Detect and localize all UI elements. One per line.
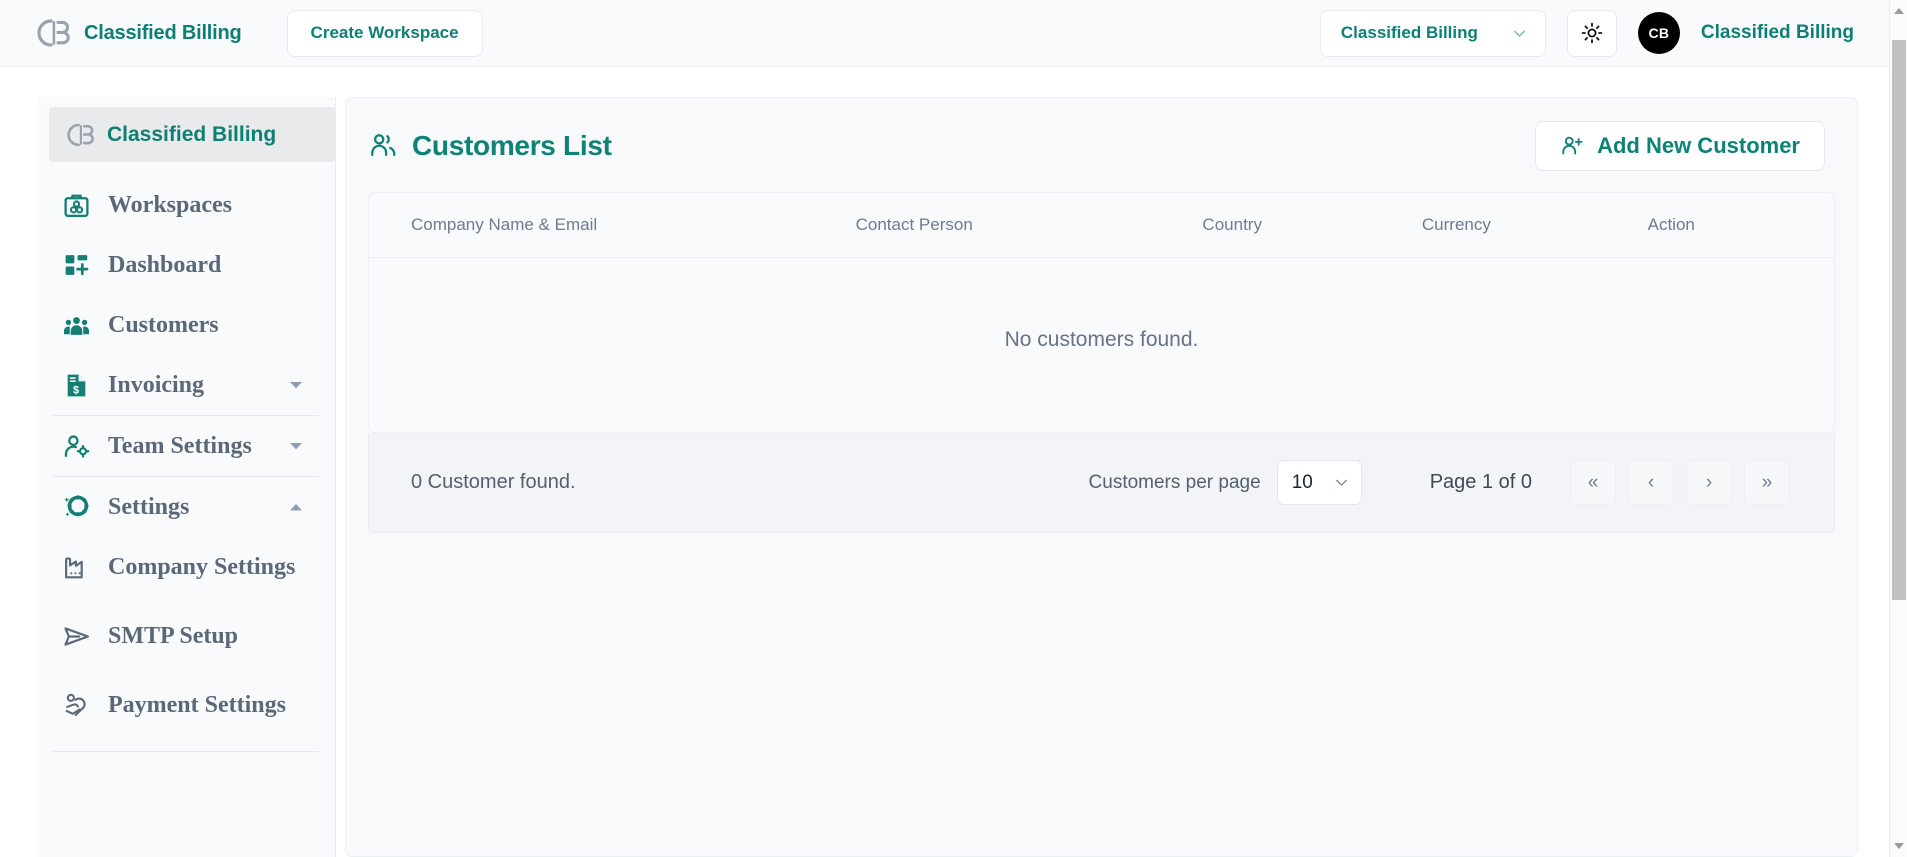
- customer-count-text: 0 Customer found.: [411, 471, 576, 493]
- customers-icon: [63, 316, 90, 335]
- page-title-wrap: Customers List: [368, 130, 612, 162]
- workspace-selector[interactable]: Classified Billing: [1319, 9, 1546, 57]
- scrollbar-thumb[interactable]: [1892, 40, 1906, 600]
- sidebar-item-team-settings[interactable]: Team Settings: [51, 416, 321, 476]
- cb-logo-icon: [67, 123, 94, 146]
- add-new-customer-button[interactable]: Add New Customer: [1535, 121, 1825, 171]
- workspaces-icon: [64, 194, 89, 217]
- sidebar-item-invoicing[interactable]: $ Invoicing: [51, 355, 321, 415]
- create-workspace-button[interactable]: Create Workspace: [286, 9, 483, 57]
- sidebar-workspace-header[interactable]: Classified Billing: [49, 107, 336, 162]
- sidebar-workspace-name: Classified Billing: [107, 122, 277, 146]
- theme-toggle-button[interactable]: [1566, 9, 1617, 57]
- sidebar: Classified Billing Workspaces Dashboard …: [37, 97, 336, 857]
- main-header: Customers List Add New Customer: [346, 98, 1857, 171]
- sidebar-item-smtp-setup[interactable]: SMTP Setup: [51, 606, 321, 666]
- last-page-button[interactable]: »: [1744, 460, 1790, 505]
- page-indicator: Page 1 of 0: [1429, 471, 1532, 493]
- users-icon: [371, 133, 396, 156]
- sidebar-item-label: Invoicing: [108, 371, 205, 398]
- sidebar-item-settings[interactable]: Settings: [51, 477, 321, 537]
- app-root: Classified Billing Create Workspace Clas…: [0, 0, 1907, 857]
- per-page-value: 10: [1291, 471, 1313, 493]
- sidebar-item-label: Settings: [108, 493, 190, 520]
- user-name: Classified Billing: [1700, 22, 1854, 43]
- avatar-initials: CB: [1648, 25, 1670, 41]
- sidebar-item-payment-settings[interactable]: Payment Settings: [51, 675, 321, 735]
- sidebar-item-customers[interactable]: Customers: [51, 295, 321, 355]
- page-buttons: « ‹ › »: [1570, 460, 1790, 505]
- avatar[interactable]: CB: [1637, 12, 1680, 54]
- gear-sparkle-icon: [64, 494, 89, 516]
- empty-state-message: No customers found.: [369, 257, 1834, 432]
- next-page-button[interactable]: ›: [1686, 460, 1732, 505]
- invoice-icon: $: [67, 374, 86, 396]
- sidebar-item-label: Customers: [108, 311, 219, 338]
- column-header-action: Action: [1647, 193, 1834, 258]
- chevron-down-icon: [1335, 479, 1347, 486]
- sidebar-divider: [53, 751, 319, 752]
- brand-name: Classified Billing: [84, 21, 242, 44]
- top-navigation-bar: Classified Billing Create Workspace Clas…: [0, 0, 1890, 67]
- sidebar-item-company-settings[interactable]: Company Settings: [51, 537, 321, 597]
- page-title: Customers List: [412, 130, 612, 161]
- column-header-contact-person: Contact Person: [855, 193, 1203, 258]
- chevron-down-icon[interactable]: [285, 435, 307, 457]
- sidebar-item-dashboard[interactable]: Dashboard: [51, 235, 321, 295]
- create-workspace-label: Create Workspace: [310, 23, 459, 42]
- team-settings-icon: [64, 434, 90, 458]
- sidebar-item-label: Dashboard: [108, 251, 222, 278]
- send-icon: [64, 626, 89, 646]
- column-header-country: Country: [1202, 193, 1422, 258]
- add-new-customer-label: Add New Customer: [1597, 133, 1800, 158]
- sun-icon: [1581, 22, 1603, 44]
- customers-table: Company Name & Email Contact Person Coun…: [369, 193, 1834, 432]
- page-scrollbar[interactable]: [1889, 0, 1907, 857]
- payment-hand-icon: [65, 693, 86, 716]
- sidebar-nav: Workspaces Dashboard Customers $ Invoici…: [37, 175, 335, 752]
- cb-logo-icon: [37, 19, 70, 47]
- customers-table-card: Company Name & Email Contact Person Coun…: [368, 192, 1835, 433]
- workspace-selector-value: Classified Billing: [1340, 23, 1478, 42]
- chevron-up-icon[interactable]: [285, 496, 307, 518]
- svg-text:$: $: [73, 384, 79, 396]
- column-header-currency: Currency: [1421, 193, 1648, 258]
- main-content: Customers List Add New Customer Company …: [345, 97, 1858, 857]
- pagination-bar: 0 Customer found. Customers per page 10 …: [368, 433, 1835, 533]
- table-empty-row: No customers found.: [369, 257, 1834, 432]
- sidebar-item-label: Team Settings: [108, 432, 252, 459]
- factory-icon: [65, 557, 83, 578]
- sidebar-item-label: Workspaces: [108, 191, 233, 218]
- per-page-label: Customers per page: [1088, 471, 1261, 493]
- chevron-down-icon: [1514, 30, 1525, 37]
- chevron-down-icon[interactable]: [285, 374, 307, 396]
- pagination-controls: Customers per page 10 Page 1 of 0 « ‹ › …: [1089, 460, 1790, 505]
- column-header-company: Company Name & Email: [369, 193, 856, 258]
- sidebar-item-label: Company Settings: [108, 553, 296, 580]
- user-plus-icon: [1562, 136, 1583, 155]
- sidebar-item-workspaces[interactable]: Workspaces: [51, 175, 321, 235]
- per-page-select[interactable]: 10: [1276, 460, 1362, 505]
- dashboard-icon: [65, 254, 89, 275]
- prev-page-button[interactable]: ‹: [1628, 460, 1674, 505]
- first-page-button[interactable]: «: [1570, 460, 1616, 505]
- brand[interactable]: Classified Billing: [37, 16, 242, 50]
- scroll-down-arrow-icon[interactable]: [1894, 843, 1904, 849]
- table-header-row: Company Name & Email Contact Person Coun…: [369, 193, 1834, 258]
- table-body: No customers found.: [369, 257, 1834, 432]
- table-head: Company Name & Email Contact Person Coun…: [369, 193, 1834, 258]
- scroll-up-arrow-icon[interactable]: [1894, 8, 1904, 14]
- top-right-controls: Classified Billing CB Classified Billing: [1319, 9, 1854, 57]
- sidebar-item-label: Payment Settings: [108, 691, 286, 718]
- sidebar-item-label: SMTP Setup: [108, 622, 239, 649]
